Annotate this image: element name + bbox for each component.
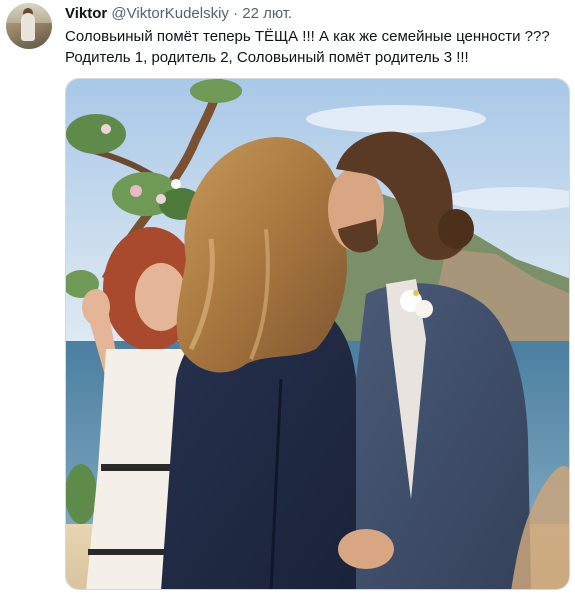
header-separator: · xyxy=(233,5,239,22)
tweet-text-line: Родитель 1, родитель 2, Соловьиный помёт… xyxy=(65,49,469,66)
tweet-timestamp[interactable]: 22 лют. xyxy=(242,5,292,22)
avatar-figure xyxy=(21,13,35,41)
tweet-text: Соловьиный помёт теперь ТЁЩА !!! А как ж… xyxy=(65,26,565,68)
tweet-photo[interactable] xyxy=(65,78,570,590)
joined-hands xyxy=(338,529,394,569)
tweet-card: Viktor @ViktorKudelskiy · 22 лют. Соловь… xyxy=(0,0,575,596)
wedding-photo-illustration xyxy=(66,79,569,589)
tweet-text-line: Соловьиный помёт теперь ТЁЩА !!! А как ж… xyxy=(65,28,550,45)
tweet-header: Viktor @ViktorKudelskiy · 22 лют. xyxy=(65,4,292,24)
author-handle[interactable]: @ViktorKudelskiy xyxy=(111,5,229,22)
cloud xyxy=(306,105,486,133)
author-avatar[interactable] xyxy=(6,3,52,49)
author-display-name[interactable]: Viktor xyxy=(65,5,107,22)
